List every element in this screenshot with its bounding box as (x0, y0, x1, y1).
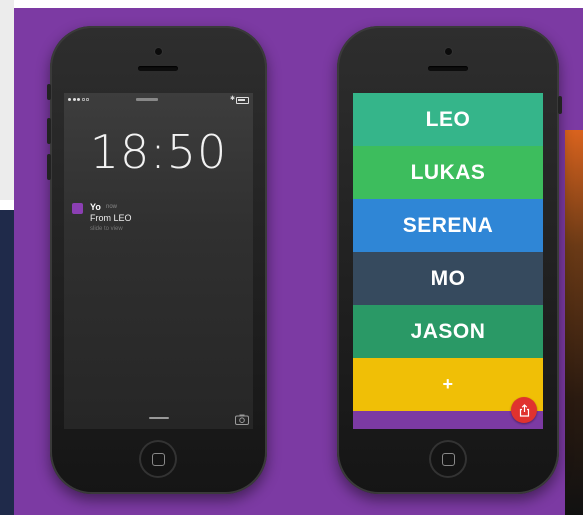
notification-hint: slide to view (90, 226, 123, 232)
left-edge-dark-panel (0, 210, 14, 515)
phone-lockscreen: ✱ 18:50 Yo now From LEO slide to view (47, 26, 267, 494)
yo-contact-list: LEO LUKAS SERENA MO JASON + (353, 93, 543, 429)
notification-time: now (106, 204, 118, 210)
yo-notification[interactable]: Yo now From LEO slide to view (72, 201, 242, 241)
mute-switch (47, 84, 51, 100)
control-center-grabber[interactable] (148, 416, 169, 419)
earpiece-speaker (138, 66, 178, 71)
front-camera (445, 48, 452, 55)
volume-down-button (47, 154, 51, 180)
front-camera (155, 48, 162, 55)
notification-message: From LEO (90, 213, 132, 223)
share-button[interactable] (511, 397, 537, 423)
contact-row-lukas[interactable]: LUKAS (353, 146, 543, 199)
volume-up-button (47, 118, 51, 144)
carrier-label (136, 98, 158, 101)
yo-app-icon (72, 203, 83, 214)
phone-yo-app: LEO LUKAS SERENA MO JASON + (337, 26, 562, 494)
share-icon (519, 403, 529, 417)
power-button (558, 96, 562, 114)
contact-row-jason[interactable]: JASON (353, 305, 543, 358)
edge-photo (565, 130, 583, 515)
earpiece-speaker (428, 66, 468, 71)
notification-app-name: Yo (90, 202, 101, 212)
contact-row-serena[interactable]: SERENA (353, 199, 543, 252)
home-button[interactable] (429, 440, 467, 478)
battery-icon (236, 97, 249, 104)
bluetooth-icon: ✱ (229, 96, 235, 102)
status-bar: ✱ (64, 96, 253, 104)
contact-row-leo[interactable]: LEO (353, 93, 543, 146)
signal-icon (68, 98, 89, 101)
home-button[interactable] (139, 440, 177, 478)
lock-clock: 18:50 (89, 125, 228, 179)
lock-screen: ✱ 18:50 Yo now From LEO slide to view (64, 93, 253, 429)
contact-row-mo[interactable]: MO (353, 252, 543, 305)
camera-icon[interactable] (235, 414, 249, 425)
left-edge-panel (0, 0, 14, 200)
